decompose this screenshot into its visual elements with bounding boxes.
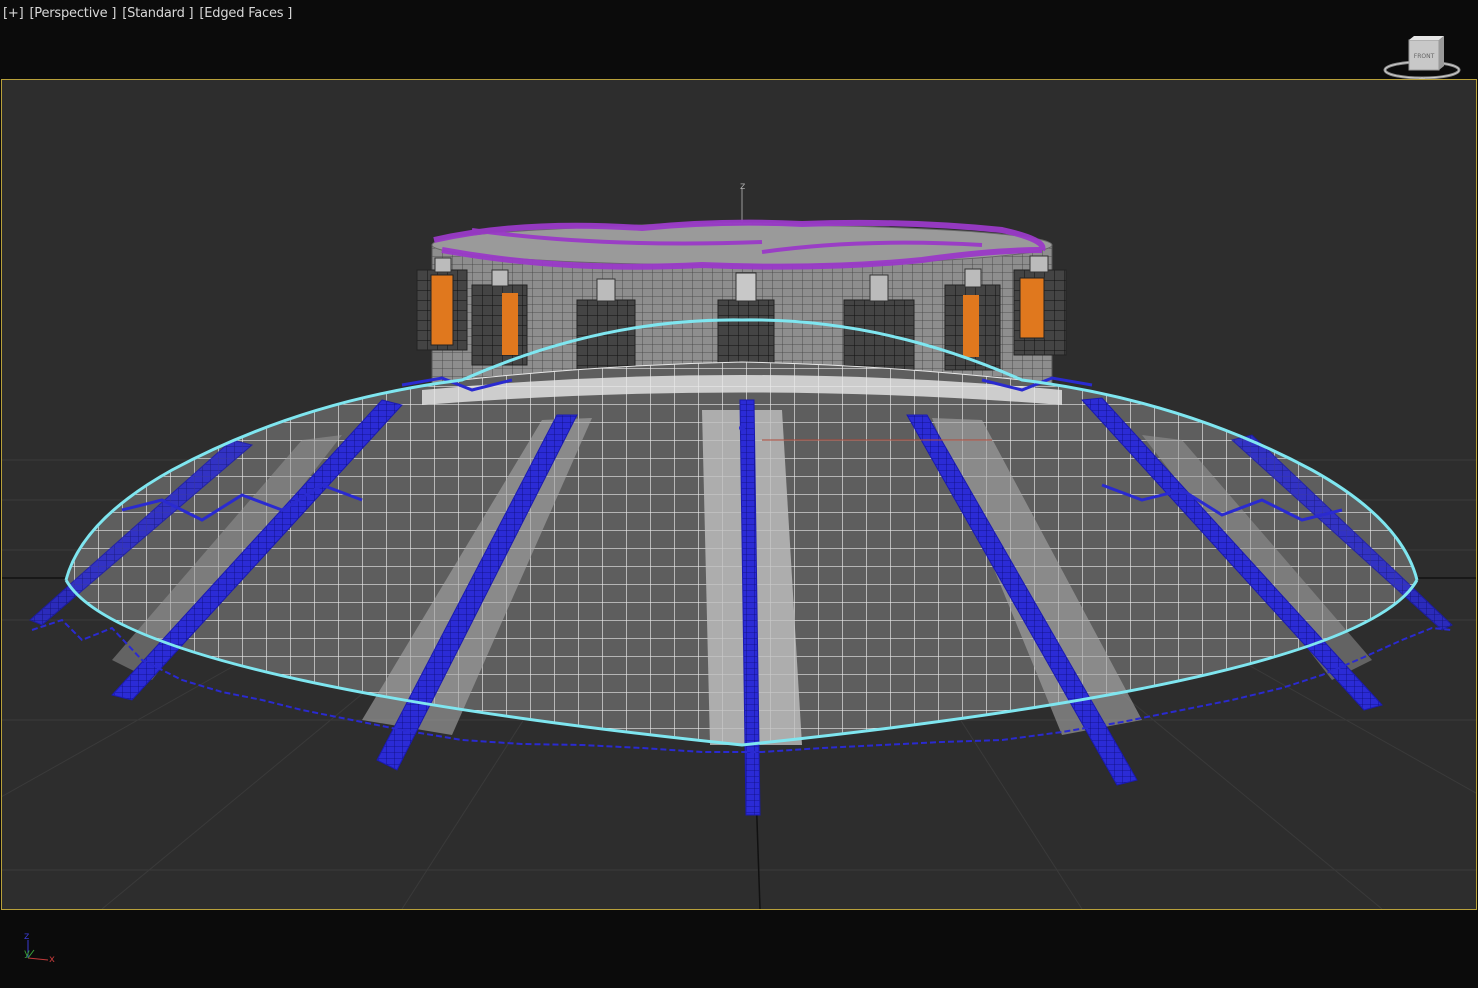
viewport-canvas[interactable]: z: [2, 80, 1476, 909]
axis-tripod-icon: z y x: [20, 928, 70, 968]
viewport-label-menu[interactable]: [+] [Perspective ] [Standard ] [Edged Fa…: [3, 6, 292, 21]
perspective-viewport[interactable]: z: [1, 79, 1477, 910]
axis-z-label: z: [24, 931, 29, 942]
viewport-footer: [0, 910, 1478, 988]
axis-x-label: x: [49, 954, 55, 965]
viewcube-icon[interactable]: FRONT: [1382, 36, 1462, 84]
viewport-plus-menu[interactable]: [+]: [3, 6, 24, 21]
housing-box: [1013, 255, 1067, 356]
viewport-header: [+] [Perspective ] [Standard ] [Edged Fa…: [0, 0, 1478, 83]
viewcube-face-label: FRONT: [1414, 53, 1435, 60]
viewport-pov-menu[interactable]: [Perspective ]: [29, 6, 116, 21]
viewport-shading-edged-faces[interactable]: [Edged Faces ]: [199, 6, 292, 21]
housing-box: [416, 257, 468, 351]
axis-y-label: y: [24, 948, 30, 959]
viewport-shading-standard[interactable]: [Standard ]: [122, 6, 193, 21]
world-z-label: z: [740, 181, 745, 192]
